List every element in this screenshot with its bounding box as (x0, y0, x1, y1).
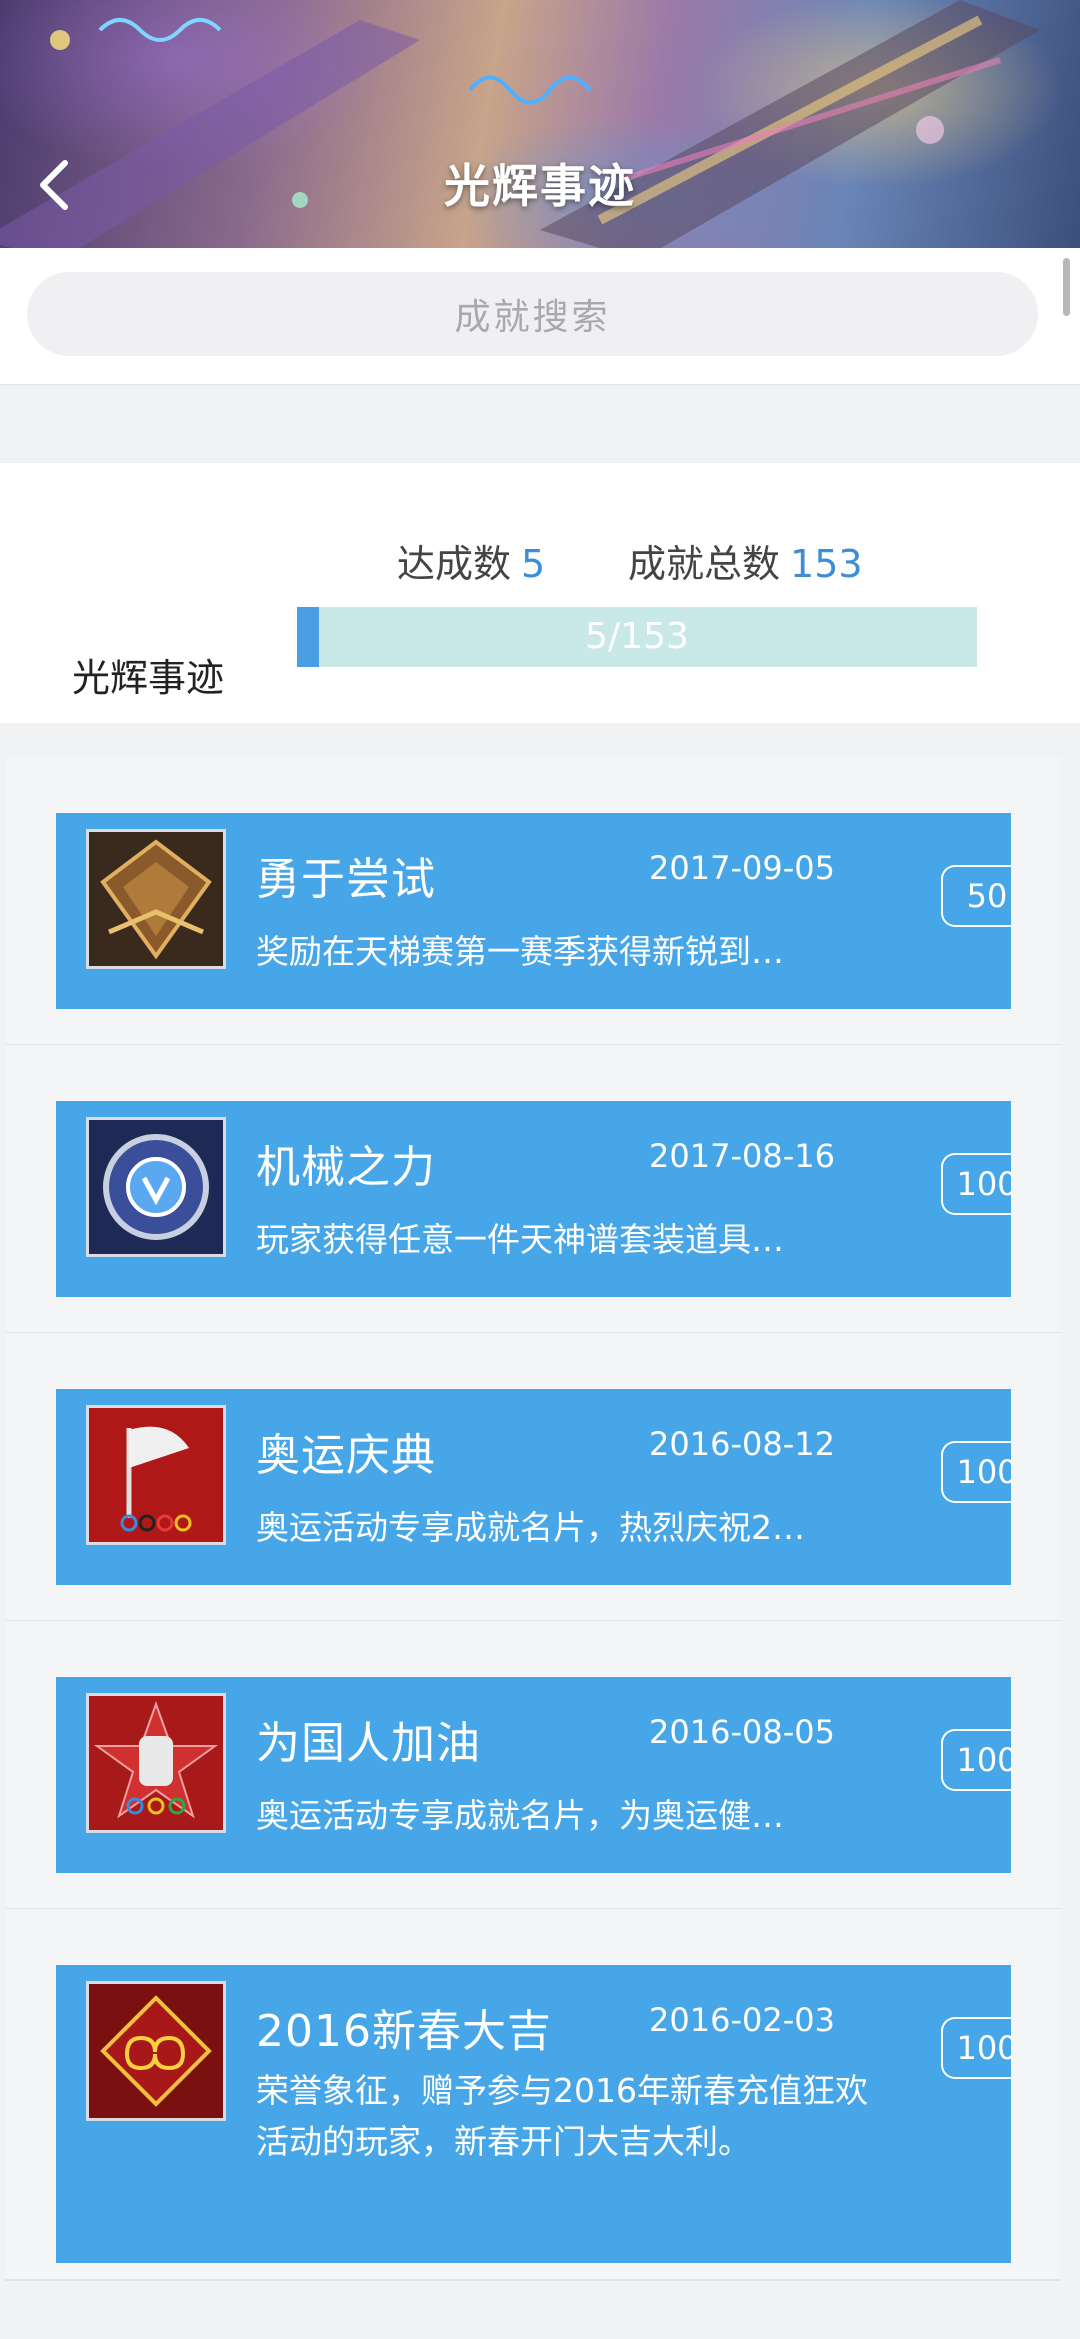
achievement-date: 2017-08-16 (649, 1137, 835, 1175)
achievement-card[interactable]: 勇于尝试 2017-09-05 奖励在天梯赛第一赛季获得新锐到… 50 (56, 813, 1011, 1009)
points-badge: 100 (941, 2017, 1011, 2079)
achievement-description: 奥运活动专享成就名片，为奥运健… (256, 1796, 784, 1835)
achievement-date: 2017-09-05 (649, 849, 835, 887)
achieved-value: 5 (521, 542, 546, 586)
achievement-card[interactable]: 机械之力 2017-08-16 玩家获得任意一件天神谱套装道具… 100 (56, 1101, 1011, 1297)
achievement-description: 奥运活动专享成就名片，热烈庆祝2… (256, 1508, 805, 1547)
list-item[interactable]: 奥运庆典 2016-08-12 奥运活动专享成就名片，热烈庆祝2… 100 (5, 1333, 1060, 1622)
ladder-badge-icon (86, 829, 226, 969)
achievement-title: 2016新春大吉 (256, 2006, 552, 2057)
points-badge: 100 (941, 1441, 1011, 1503)
page-title: 光辉事迹 (444, 159, 636, 213)
scrollbar[interactable] (1063, 258, 1070, 316)
mechanical-shield-icon (86, 1117, 226, 1257)
progress-bar: 5/153 (297, 607, 977, 667)
search-input[interactable]: 成就搜索 (27, 272, 1038, 356)
new-year-cloud-icon (86, 1981, 226, 2121)
section-label: 光辉事迹 (72, 656, 225, 700)
achievement-date: 2016-08-05 (649, 1713, 835, 1751)
achievement-date: 2016-08-12 (649, 1425, 835, 1463)
olympic-flag-icon (86, 1405, 226, 1545)
progress-text: 5/153 (585, 616, 689, 657)
achievement-card[interactable]: 为国人加油 2016-08-05 奥运活动专享成就名片，为奥运健… 100 (56, 1677, 1011, 1873)
list-item[interactable]: 勇于尝试 2017-09-05 奖励在天梯赛第一赛季获得新锐到… 50 (5, 757, 1060, 1046)
achievement-card[interactable]: 奥运庆典 2016-08-12 奥运活动专享成就名片，热烈庆祝2… 100 (56, 1389, 1011, 1585)
achievement-title: 机械之力 (256, 1142, 436, 1193)
list-item[interactable]: 2016新春大吉 2016-02-03 荣誉象征，赠予参与2016年新春充值狂欢… (5, 1909, 1060, 2281)
search-section: 成就搜索 (0, 248, 1080, 385)
achievement-date: 2016-02-03 (649, 2001, 835, 2039)
list-item[interactable]: 为国人加油 2016-08-05 奥运活动专享成就名片，为奥运健… 100 (5, 1621, 1060, 1910)
achievement-description: 奖励在天梯赛第一赛季获得新锐到… (256, 932, 784, 971)
points-badge: 100 (941, 1729, 1011, 1791)
header-banner: 光辉事迹 (0, 0, 1080, 248)
achievement-description: 玩家获得任意一件天神谱套装道具… (256, 1220, 784, 1259)
total-count: 成就总数 153 (628, 533, 863, 588)
total-value: 153 (790, 542, 863, 586)
achievement-title: 奥运庆典 (256, 1430, 436, 1481)
achievement-stats: 达成数 5 成就总数 153 5/153 光辉事迹 (0, 463, 1080, 723)
achievement-card[interactable]: 2016新春大吉 2016-02-03 荣誉象征，赠予参与2016年新春充值狂欢… (56, 1965, 1011, 2263)
achievement-title: 为国人加油 (256, 1718, 481, 1769)
achievement-description: 荣誉象征，赠予参与2016年新春充值狂欢活动的玩家，新春开门大吉大利。 (256, 2071, 868, 2161)
total-label: 成就总数 (628, 542, 781, 586)
achieved-count: 达成数 5 (397, 533, 545, 588)
achieved-label: 达成数 (397, 542, 512, 586)
achievement-title: 勇于尝试 (256, 854, 436, 905)
olympic-fist-icon (86, 1693, 226, 1833)
points-badge: 50 (941, 865, 1011, 927)
list-item[interactable]: 机械之力 2017-08-16 玩家获得任意一件天神谱套装道具… 100 (5, 1045, 1060, 1334)
points-badge: 100 (941, 1153, 1011, 1215)
